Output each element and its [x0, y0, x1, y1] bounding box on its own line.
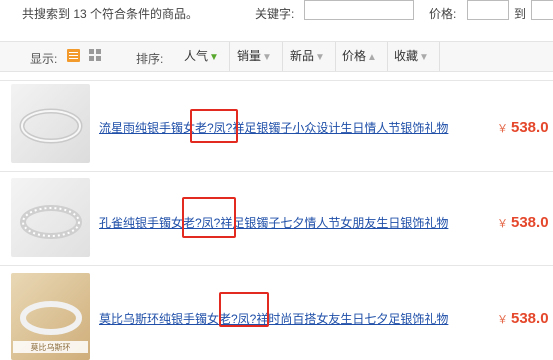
product-row: 莫比乌斯环 莫比乌斯环纯银手镯女老?凤?祥时尚百搭女友生日七夕足银饰礼物 ￥ 53…: [0, 266, 553, 360]
keyword-input[interactable]: [304, 0, 414, 20]
product-title-link[interactable]: 莫比乌斯环纯银手镯女老?凤?祥时尚百搭女友生日七夕足银饰礼物: [99, 310, 448, 327]
grid-view-icon[interactable]: [89, 49, 102, 62]
sort-label: 排序:: [136, 52, 164, 66]
sort-price[interactable]: 价格▲: [338, 42, 388, 71]
highlight-box: [182, 197, 236, 238]
sort-bar: 显示: 排序: 人气▼ 销量▼ 新品▼ 价格▲ 收藏▼: [0, 41, 553, 72]
sort-option-label: 新品: [290, 49, 315, 63]
price-max-input[interactable]: [531, 0, 553, 20]
price-label: 价格:: [429, 7, 457, 21]
sort-new[interactable]: 新品▼: [286, 42, 336, 71]
product-row: 孔雀纯银手镯女老?凤?祥足银镯子七夕情人节女朋友生日银饰礼物 ￥ 538.0: [0, 172, 553, 258]
product-title-link[interactable]: 流星雨纯银手镯女老?凤?祥足银镯子小众设计生日情人节银饰礼物: [99, 119, 448, 136]
price-min-input[interactable]: [467, 0, 509, 20]
product-image[interactable]: [11, 84, 90, 163]
arrow-down-icon: ▼: [262, 52, 272, 63]
result-count-text: 共搜索到 13 个符合条件的商品。: [22, 7, 199, 21]
list-view-icon[interactable]: [67, 49, 80, 62]
product-price: ￥ 538.0: [497, 214, 549, 231]
product-price: ￥ 538.0: [497, 310, 549, 327]
sort-option-label: 销量: [237, 49, 262, 63]
image-caption: 莫比乌斯环: [30, 343, 71, 352]
search-bar: 共搜索到 13 个符合条件的商品。 关键字: 价格: 到: [0, 0, 553, 30]
sort-option-label: 人气: [184, 49, 209, 63]
product-title-link[interactable]: 孔雀纯银手镯女老?凤?祥足银镯子七夕情人节女朋友生日银饰礼物: [99, 214, 448, 231]
display-label: 显示:: [30, 52, 58, 66]
arrow-up-icon: ▲: [367, 52, 377, 63]
price-to-label: 到: [514, 7, 527, 21]
product-price: ￥ 538.0: [497, 119, 549, 136]
sort-sales[interactable]: 销量▼: [233, 42, 283, 71]
sort-option-label: 收藏: [394, 49, 419, 63]
product-image[interactable]: 莫比乌斯环: [11, 273, 90, 360]
highlight-box: [219, 292, 269, 327]
sort-favorites[interactable]: 收藏▼: [390, 42, 440, 71]
highlight-box: [190, 109, 238, 143]
keyword-label: 关键字:: [255, 7, 295, 21]
sort-popularity[interactable]: 人气▼: [180, 42, 230, 71]
arrow-down-icon: ▼: [419, 52, 429, 63]
arrow-down-icon: ▼: [315, 52, 325, 63]
arrow-down-icon: ▼: [209, 52, 219, 63]
product-image[interactable]: [11, 178, 90, 257]
sort-option-label: 价格: [342, 49, 367, 63]
product-row: 流星雨纯银手镯女老?凤?祥足银镯子小众设计生日情人节银饰礼物 ￥ 538.0: [0, 81, 553, 167]
